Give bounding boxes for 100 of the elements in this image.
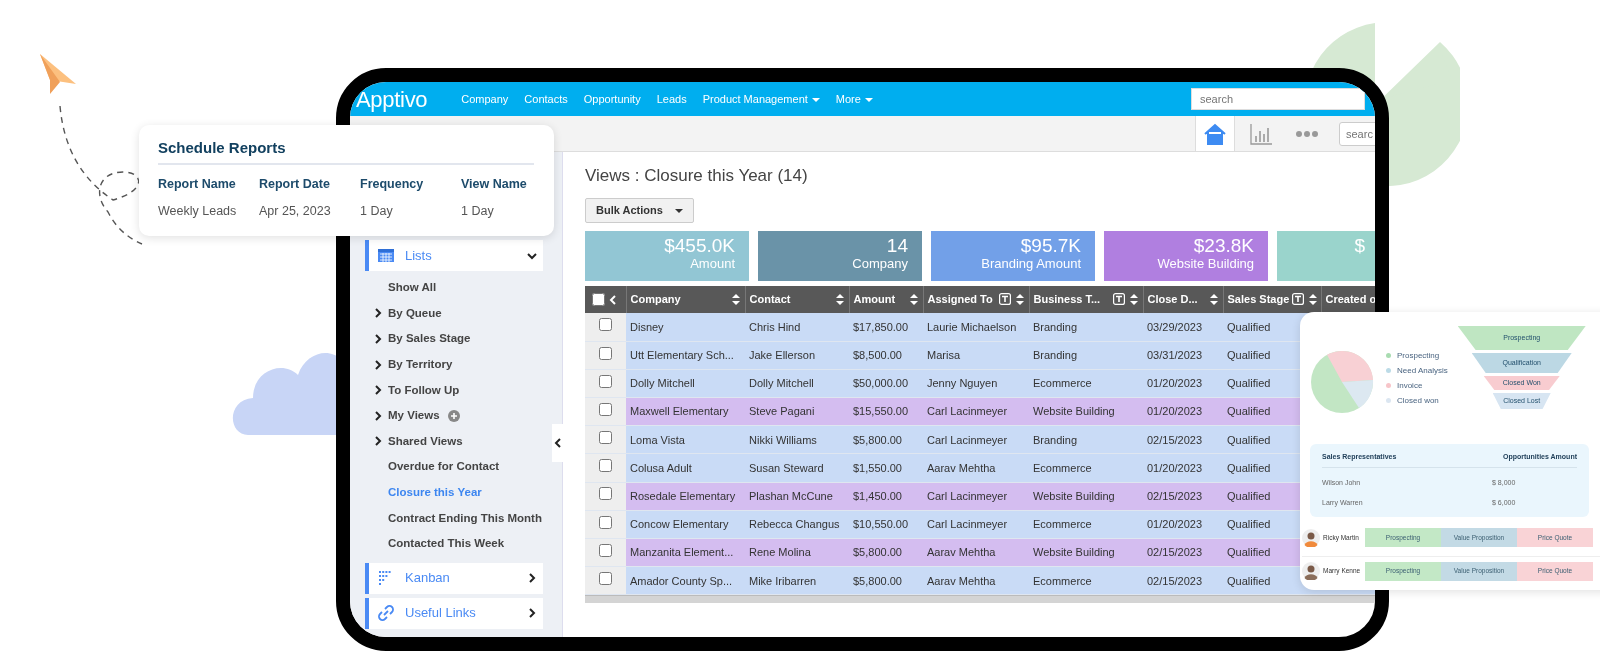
- table-cell: Disney: [626, 313, 745, 342]
- table-cell: Susan Steward: [745, 453, 849, 483]
- table-cell: Jake Ellerson: [745, 341, 849, 370]
- table-cell: 01/20/2023: [1143, 510, 1223, 539]
- table-cell-text: 1 Day: [360, 202, 394, 220]
- table-cell: Amador County Sp...: [626, 566, 745, 595]
- sidebar-item[interactable]: By Queue: [365, 300, 442, 327]
- row-checkbox[interactable]: [599, 402, 612, 416]
- table-cell: Aarav Mehtha: [923, 538, 1029, 567]
- table-cell: Chris Hind: [745, 313, 849, 342]
- sidebar-item[interactable]: Overdue for Contact: [365, 454, 500, 480]
- row-checkbox[interactable]: [599, 459, 612, 473]
- table-cell: Website Building: [1029, 482, 1143, 511]
- table-cell: Ecommerce: [1029, 510, 1143, 539]
- chevron-icon: [373, 334, 383, 344]
- collapse-button[interactable]: [552, 424, 563, 462]
- sort-icon: [1208, 293, 1219, 306]
- table-cell: Carl Lacinmeyer: [923, 510, 1029, 539]
- table-cell: $5,800.00: [849, 566, 923, 595]
- table-cell: Manzanita Element...: [626, 538, 745, 567]
- home-icon: [1202, 121, 1228, 146]
- table-cell: $5,800.00: [849, 425, 923, 454]
- add-icon: [447, 409, 460, 422]
- table-cell: Colusa Adult: [626, 453, 745, 483]
- sidebar-section[interactable]: Useful Links: [365, 597, 543, 629]
- row-checkbox[interactable]: [599, 572, 612, 586]
- table-cell: Branding: [1029, 341, 1143, 370]
- table-cell: Concow Elementary: [626, 510, 745, 539]
- row-checkbox[interactable]: [599, 431, 612, 445]
- chevron-icon: [552, 438, 563, 448]
- table-cell: Laurie Michaelson: [923, 313, 1029, 342]
- table-cell: Nikki Williams: [745, 425, 849, 454]
- table-cell: Aarav Mehtha: [923, 566, 1029, 595]
- select-all-checkbox[interactable]: [592, 293, 606, 306]
- summary-tile: $95.7K Branding Amount: [931, 231, 1095, 281]
- sort-icon: [1014, 293, 1025, 306]
- table-cell: 03/29/2023: [1143, 313, 1223, 342]
- row-checkbox[interactable]: [599, 487, 612, 501]
- table-cell: $8,500.00: [849, 341, 923, 370]
- more-icon: [1296, 130, 1318, 137]
- table-cell: 01/20/2023: [1143, 369, 1223, 398]
- sidebar-item[interactable]: Contract Ending This Month: [365, 505, 542, 531]
- table-cell: $17,850.00: [849, 313, 923, 342]
- table-cell: Website Building: [1029, 538, 1143, 567]
- table-cell: 01/20/2023: [1143, 453, 1223, 483]
- avatar-icon: [1302, 528, 1320, 547]
- column-header: View Name: [461, 176, 528, 193]
- table-cell: $50,000.00: [849, 369, 923, 398]
- table-cell: Rosedale Elementary: [626, 482, 745, 511]
- table-cell: 02/15/2023: [1143, 482, 1223, 511]
- sidebar-item[interactable]: By Sales Stage: [365, 326, 471, 352]
- summary-tile: 14 Company: [758, 231, 922, 281]
- table-cell: $15,550.00: [849, 397, 923, 426]
- row-checkbox[interactable]: [599, 374, 612, 388]
- legend-label: Invoice: [1397, 380, 1423, 392]
- chevron-icon: [373, 308, 383, 319]
- sidebar-section[interactable]: Lists: [365, 240, 543, 271]
- bulk-actions-button[interactable]: Bulk Actions: [585, 198, 694, 223]
- sidebar-item[interactable]: To Follow Up: [365, 377, 460, 403]
- sidebar-item[interactable]: Contacted This Week: [365, 530, 505, 557]
- sidebar-item[interactable]: Show All: [365, 275, 437, 301]
- sidebar-item[interactable]: Shared Views: [365, 428, 463, 455]
- table-cell: Marisa: [923, 341, 1029, 370]
- table-cell: Branding: [1029, 313, 1143, 342]
- row-checkbox[interactable]: [599, 318, 612, 332]
- column-header: Report Date: [259, 176, 331, 193]
- column-header: Report Name: [158, 176, 237, 193]
- chevron-icon: [527, 608, 537, 619]
- scrollbar[interactable]: [585, 595, 1375, 604]
- chevron-icon: [373, 359, 383, 370]
- table-cell: Loma Vista: [626, 425, 745, 454]
- chevron-icon: [527, 573, 537, 584]
- pie-chart-drawing: [1310, 350, 1374, 414]
- legend-label: Need Analysis: [1397, 365, 1448, 377]
- search-field[interactable]: search: [1191, 88, 1365, 110]
- link-icon: [377, 604, 395, 623]
- table-cell: 02/15/2023: [1143, 425, 1223, 454]
- row-checkbox[interactable]: [599, 543, 612, 557]
- view-title: Views : Closure this Year (14): [585, 165, 809, 187]
- table-cell: Rene Molina: [745, 538, 849, 567]
- sort-icon: [730, 293, 741, 306]
- sort-icon: [1308, 293, 1319, 306]
- chevron-icon: [373, 385, 383, 396]
- row-checkbox[interactable]: [599, 515, 612, 529]
- search-field[interactable]: searc: [1339, 121, 1375, 146]
- row-checkbox[interactable]: [599, 346, 612, 360]
- sidebar-section[interactable]: Kanban: [365, 562, 543, 594]
- table-cell: Carl Lacinmeyer: [923, 397, 1029, 426]
- table-cell: 02/15/2023: [1143, 566, 1223, 595]
- table-cell: 01/20/2023: [1143, 397, 1223, 426]
- table-cell: $1,550.00: [849, 453, 923, 483]
- sidebar-item[interactable]: By Territory: [365, 351, 453, 378]
- home-button[interactable]: [1195, 116, 1235, 151]
- table-cell: Branding: [1029, 425, 1143, 454]
- table-cell: Aarav Mehtha: [923, 453, 1029, 483]
- table-cell-text: 1 Day: [461, 202, 495, 220]
- filter-icon: [1112, 293, 1125, 305]
- table-cell: $1,450.00: [849, 482, 923, 511]
- sidebar-item[interactable]: My Views: [365, 402, 460, 429]
- table-cell: Maxwell Elementary: [626, 397, 745, 426]
